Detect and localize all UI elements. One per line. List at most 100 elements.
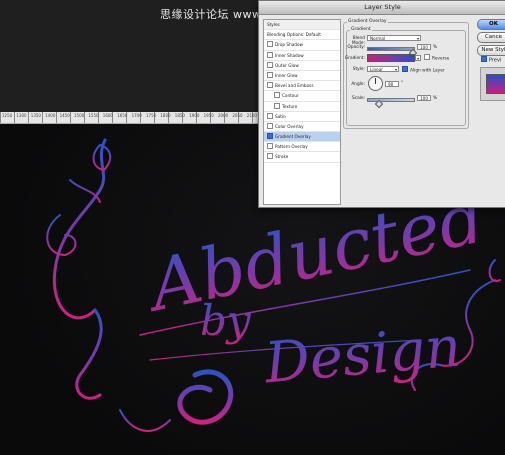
styles-item-label: Gradient Overlay <box>275 134 311 140</box>
styles-item-label: Inner Shadow <box>275 52 304 58</box>
styles-item-stroke[interactable]: Stroke <box>264 152 340 163</box>
styles-item-contour[interactable]: Contour <box>264 91 340 102</box>
reverse-label: Reverse <box>432 56 450 62</box>
blend-mode-value: Normal <box>370 36 386 41</box>
angle-unit: ° <box>401 81 404 86</box>
gradient-label: Gradient: <box>344 56 365 61</box>
ruler-tick-label: 1700 <box>131 113 142 118</box>
ruler-tick-label: 1450 <box>59 113 70 118</box>
ruler-tick-label: 1850 <box>174 113 185 118</box>
preview-option[interactable]: Previ <box>481 56 502 64</box>
styles-item-blending-options-default[interactable]: Blending Options: Default <box>264 30 340 41</box>
styles-item-checkbox[interactable] <box>267 133 273 140</box>
styles-item-inner-glow[interactable]: Inner Glow <box>264 71 340 82</box>
artwork-line-3: Design <box>261 314 464 396</box>
styles-item-inner-shadow[interactable]: Inner Shadow <box>264 51 340 61</box>
styles-item-checkbox[interactable] <box>267 143 273 150</box>
styles-item-label: Outer Glow <box>275 62 299 68</box>
styles-item-label: Inner Glow <box>275 72 298 78</box>
ruler-tick-label: 2050 <box>232 113 243 118</box>
gradient-swatch[interactable] <box>367 54 415 62</box>
angle-label: Angle: <box>351 82 365 87</box>
flourish-bottom <box>177 369 234 425</box>
ruler-tick-label: 1350 <box>30 113 41 118</box>
align-with-layer-option[interactable]: Align with Layer <box>402 66 445 74</box>
styles-item-label: Texture <box>282 103 298 109</box>
angle-input[interactable]: 90 <box>385 81 399 87</box>
ruler-tick-label: 1600 <box>102 113 113 118</box>
styles-item-texture[interactable]: Texture <box>264 102 340 112</box>
align-with-layer-checkbox[interactable] <box>402 66 408 72</box>
layer-style-dialog: Layer Style Styles Blending Options: Def… <box>258 0 505 208</box>
styles-item-satin[interactable]: Satin <box>264 112 340 122</box>
scale-input[interactable]: 100 <box>417 95 431 101</box>
ruler-tick-label: 1950 <box>203 113 214 118</box>
styles-item-label: Pattern Overlay <box>275 144 308 150</box>
ruler-tick-label: 1800 <box>160 113 171 118</box>
chevron-down-icon: ▾ <box>394 67 397 72</box>
styles-item-checkbox[interactable] <box>267 122 273 129</box>
styles-item-drop-shadow[interactable]: Drop Shadow <box>264 40 340 51</box>
dialog-titlebar[interactable]: Layer Style <box>259 1 505 15</box>
styles-item-label: Color Overlay <box>275 123 304 129</box>
style-label: Style: <box>352 67 365 72</box>
preview-checkbox[interactable] <box>481 56 487 62</box>
styles-item-outer-glow[interactable]: Outer Glow <box>264 61 340 71</box>
styles-item-bevel-and-emboss[interactable]: Bevel and Emboss <box>264 81 340 92</box>
styles-item-checkbox[interactable] <box>267 153 273 160</box>
styles-item-label: Contour <box>282 93 299 99</box>
styles-item-color-overlay[interactable]: Color Overlay <box>264 122 340 133</box>
ruler-tick-label: 1750 <box>146 113 157 118</box>
scale-slider[interactable] <box>367 98 415 102</box>
ruler-tick-label: 1650 <box>117 113 128 118</box>
dialog-title: Layer Style <box>364 3 401 11</box>
styles-item-label: Bevel and Emboss <box>275 83 314 89</box>
styles-item-label: Drop Shadow <box>275 42 303 48</box>
opacity-slider[interactable] <box>367 47 415 51</box>
styles-list: Blending Options: Default Drop Shadow Inne… <box>264 30 340 163</box>
styles-item-label: Stroke <box>275 154 289 160</box>
ruler-tick-label: 1550 <box>88 113 99 118</box>
opacity-unit: % <box>433 45 438 50</box>
styles-item-checkbox[interactable] <box>267 82 273 89</box>
styles-item-checkbox[interactable] <box>274 92 280 99</box>
scale-label: Scale: <box>351 96 365 101</box>
cancel-button[interactable]: Cance <box>477 32 505 43</box>
styles-item-checkbox[interactable] <box>267 61 273 68</box>
ruler-tick-label: 2000 <box>218 113 229 118</box>
style-preview-swatch <box>486 74 505 94</box>
styles-panel-header[interactable]: Styles <box>264 20 340 31</box>
styles-item-checkbox[interactable] <box>267 71 273 78</box>
styles-item-gradient-overlay[interactable]: Gradient Overlay <box>264 132 340 143</box>
new-style-button[interactable]: New Styl <box>477 45 505 56</box>
align-with-layer-label: Align with Layer <box>410 68 445 74</box>
ruler-tick-label: 2100 <box>246 113 257 118</box>
reverse-checkbox[interactable] <box>424 54 430 60</box>
chevron-down-icon: ▾ <box>417 56 420 61</box>
group-title: Gradient Overlay <box>347 19 388 24</box>
styles-item-pattern-overlay[interactable]: Pattern Overlay <box>264 142 340 153</box>
angle-dial-needle <box>375 78 376 84</box>
preview-label: Previ <box>489 57 502 64</box>
style-select[interactable]: Linear ▾ <box>367 66 399 72</box>
artwork-line-2: by <box>200 296 252 345</box>
chevron-down-icon: ▾ <box>416 36 419 41</box>
gradient-overlay-panel: Gradient Overlay Gradient Blend Mode: No… <box>343 19 469 129</box>
ruler-tick-label: 1500 <box>74 113 85 118</box>
styles-item-checkbox[interactable] <box>274 102 280 109</box>
reverse-option[interactable]: Reverse <box>424 54 450 62</box>
angle-dial[interactable] <box>368 76 383 91</box>
ok-button[interactable]: OK <box>477 19 505 30</box>
opacity-label: Opacity: <box>347 45 365 50</box>
ruler-tick-label: 1300 <box>16 113 27 118</box>
scale-unit: % <box>433 96 438 101</box>
styles-item-checkbox[interactable] <box>267 51 273 58</box>
styles-panel: Styles Blending Options: Default Drop Sha… <box>263 19 341 205</box>
style-preview <box>480 67 505 101</box>
styles-item-checkbox[interactable] <box>267 41 273 48</box>
opacity-input[interactable]: 100 <box>417 44 431 50</box>
blend-mode-select[interactable]: Normal ▾ <box>367 35 421 41</box>
styles-item-label: Blending Options: Default <box>267 32 321 38</box>
gradient-picker-toggle[interactable]: ▾ <box>415 55 421 61</box>
styles-item-checkbox[interactable] <box>267 112 273 119</box>
